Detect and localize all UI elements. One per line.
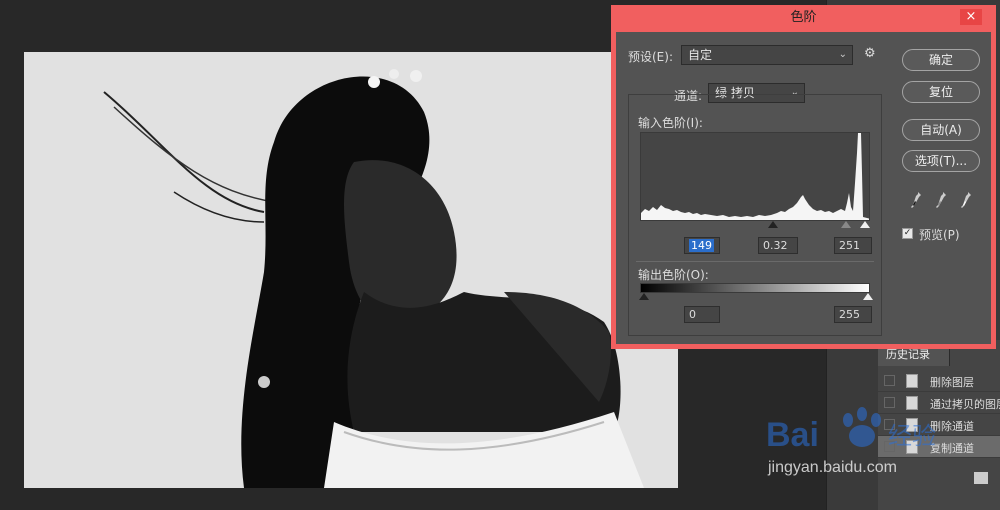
- reset-button[interactable]: 复位: [902, 81, 980, 103]
- preset-label: 预设(E):: [628, 50, 673, 64]
- preset-value: 自定: [688, 48, 713, 62]
- input-black-field[interactable]: 149: [684, 237, 720, 254]
- watermark-url: jingyan.baidu.com: [767, 459, 897, 476]
- dialog-title: 色阶: [790, 10, 817, 25]
- histogram: [640, 132, 870, 221]
- input-slider[interactable]: [640, 221, 870, 229]
- gear-icon[interactable]: ⚙: [864, 46, 876, 61]
- output-white-field[interactable]: 255: [834, 306, 872, 323]
- chevron-down-icon: ⌄: [838, 49, 847, 60]
- document-canvas[interactable]: [24, 52, 678, 488]
- output-black-field[interactable]: 0: [684, 306, 720, 323]
- input-levels-label: 输入色阶(I):: [638, 116, 703, 130]
- history-item[interactable]: 删除图层: [878, 370, 1000, 392]
- black-point-handle[interactable]: [768, 221, 778, 228]
- levels-dialog: 色阶 × 预设(E): 自定 ⌄ ⚙ 通道: 绿 拷贝 ⌄ 输入色阶(I): 1…: [611, 5, 996, 349]
- workspace: 历史记录 删除图层 通过拷贝的图层 删除通道 复制通道 色阶 × 预设(E): …: [0, 0, 1000, 510]
- history-checkbox[interactable]: [884, 375, 895, 386]
- output-white-handle[interactable]: [863, 293, 873, 300]
- output-white-value: 255: [839, 308, 860, 321]
- output-gradient-bar: [640, 283, 870, 293]
- photo-image: [24, 52, 678, 488]
- ok-button[interactable]: 确定: [902, 49, 980, 71]
- output-levels-label: 输出色阶(O):: [638, 268, 709, 282]
- input-black-value: 149: [689, 239, 714, 252]
- dialog-body: 预设(E): 自定 ⌄ ⚙ 通道: 绿 拷贝 ⌄ 输入色阶(I): 149 0.…: [616, 32, 991, 344]
- watermark-suffix: 经验: [888, 422, 936, 450]
- preview-checkbox[interactable]: ✓: [902, 228, 913, 239]
- input-gamma-value: 0.32: [763, 239, 788, 252]
- baidu-paw-logo: Bai 经验 jingyan.baidu.com: [766, 407, 936, 476]
- document-icon: [906, 374, 918, 388]
- gray-eyedropper-icon[interactable]: [936, 192, 946, 208]
- output-black-value: 0: [689, 308, 696, 321]
- input-gamma-field[interactable]: 0.32: [758, 237, 798, 254]
- new-document-icon[interactable]: [974, 472, 988, 484]
- options-button[interactable]: 选项(T)...: [902, 150, 980, 172]
- input-white-field[interactable]: 251: [834, 237, 872, 254]
- close-button[interactable]: ×: [960, 9, 982, 25]
- auto-button[interactable]: 自动(A): [902, 119, 980, 141]
- input-white-value: 251: [839, 239, 860, 252]
- preset-select[interactable]: 自定 ⌄: [681, 45, 853, 65]
- watermark-brand: Bai: [766, 416, 819, 454]
- black-eyedropper-icon[interactable]: [911, 192, 921, 208]
- baidu-watermark: Bai 经验 jingyan.baidu.com: [764, 400, 964, 480]
- gamma-handle[interactable]: [841, 221, 851, 228]
- preview-label: 预览(P): [919, 228, 960, 242]
- output-slider[interactable]: [639, 293, 873, 301]
- section-divider: [636, 261, 874, 262]
- white-eyedropper-icon[interactable]: [961, 192, 971, 208]
- white-point-handle[interactable]: [860, 221, 870, 228]
- history-item-label: 删除图层: [930, 376, 974, 389]
- histogram-graph: [641, 133, 869, 220]
- output-black-handle[interactable]: [639, 293, 649, 300]
